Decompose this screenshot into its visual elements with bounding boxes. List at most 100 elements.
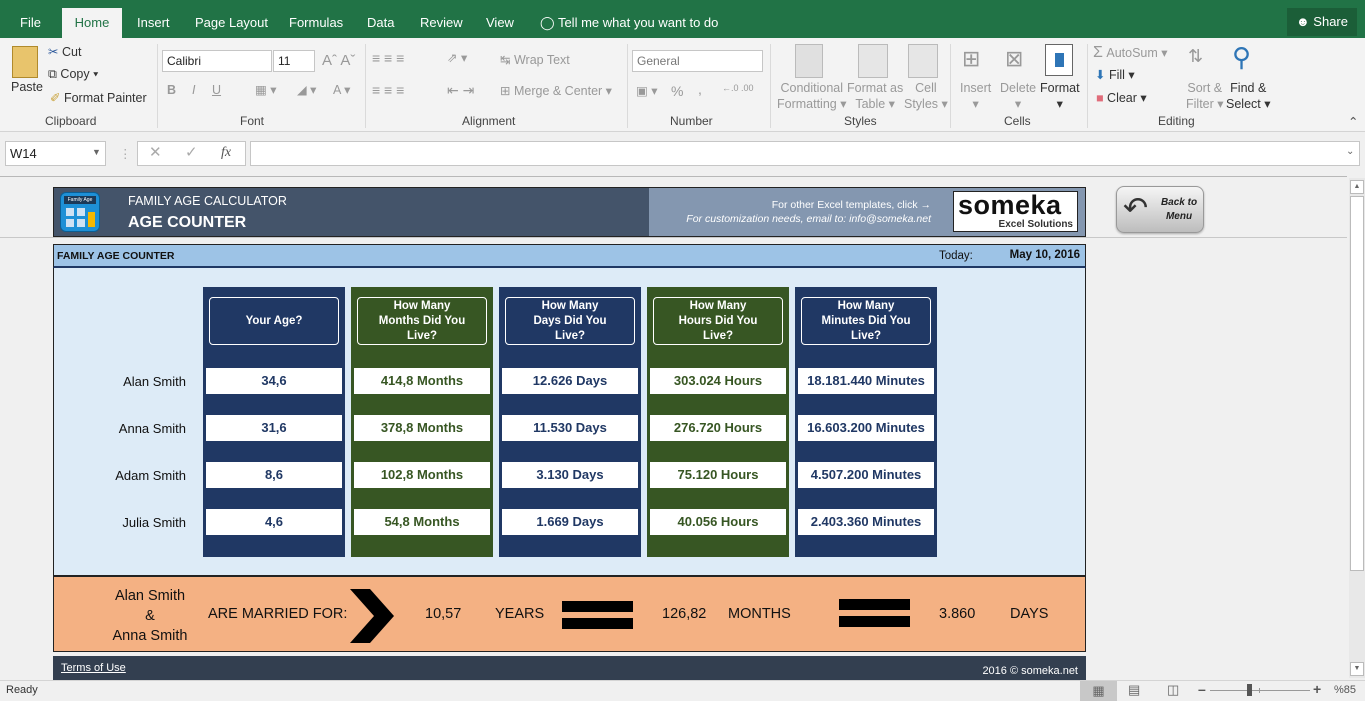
insert-function-button[interactable]: fx xyxy=(221,143,231,163)
format-cells-icon xyxy=(1045,44,1073,76)
borders-icon[interactable]: ▦ ▾ xyxy=(255,82,277,97)
expand-formula-icon[interactable]: ⌄ xyxy=(1346,146,1354,157)
scroll-up-arrow[interactable]: ▲ xyxy=(1350,180,1364,194)
enter-icon[interactable]: ✓ xyxy=(185,143,198,163)
tab-data[interactable]: Data xyxy=(367,0,394,38)
templates-link[interactable]: For other Excel templates, click → xyxy=(772,199,931,211)
scrollbar-thumb[interactable] xyxy=(1350,196,1364,571)
tab-home[interactable]: Home xyxy=(62,8,122,38)
page-layout-view-button[interactable]: ▤ xyxy=(1128,682,1140,698)
cell-styles-button[interactable]: Cell Styles ▾ xyxy=(904,80,948,112)
share-button[interactable]: ☻ Share xyxy=(1287,8,1357,36)
months-unit: MONTHS xyxy=(728,606,791,622)
format-as-table-button[interactable]: Format as Table ▾ xyxy=(847,80,903,112)
sort-filter-button[interactable]: Sort & Filter ▾ xyxy=(1186,80,1224,112)
percent-button[interactable]: % xyxy=(671,83,683,99)
value-cell[interactable]: 12.626 Days xyxy=(502,368,638,394)
insert-button[interactable]: Insert ▾ xyxy=(960,80,991,112)
fill-button[interactable]: ⬇ Fill ▾ xyxy=(1095,67,1135,82)
name-box-dropdown-icon[interactable]: ▼ xyxy=(92,147,101,157)
value-cell[interactable]: 34,6 xyxy=(206,368,342,394)
clear-button[interactable]: ■ Clear ▾ xyxy=(1096,90,1147,105)
value-cell[interactable]: 2.403.360 Minutes xyxy=(798,509,934,535)
indent-icon[interactable]: ⇤ ⇥ xyxy=(447,82,474,99)
value-cell[interactable]: 18.181.440 Minutes xyxy=(798,368,934,394)
font-color-icon[interactable]: A ▾ xyxy=(333,82,350,97)
font-size-dropdown[interactable]: 11 xyxy=(273,50,315,72)
value-cell[interactable]: 8,6 xyxy=(206,462,342,488)
fill-color-icon[interactable]: ◢ ▾ xyxy=(297,82,316,97)
tab-file[interactable]: File xyxy=(20,0,41,38)
merge-center-button[interactable]: ⊞ Merge & Center ▾ xyxy=(500,83,612,98)
value-cell[interactable]: 31,6 xyxy=(206,415,342,441)
conditional-formatting-button[interactable]: Conditional Formatting ▾ xyxy=(777,80,847,112)
page-break-view-button[interactable]: ◫ xyxy=(1167,682,1179,698)
autosum-button[interactable]: Σ AutoSum ▾ xyxy=(1093,44,1168,62)
normal-view-button[interactable]: ▦ xyxy=(1080,681,1117,701)
zoom-slider-thumb[interactable] xyxy=(1247,684,1252,696)
value-cell[interactable]: 414,8 Months xyxy=(354,368,490,394)
format-button[interactable]: Format ▾ xyxy=(1040,80,1080,112)
tab-review[interactable]: Review xyxy=(420,0,463,38)
grow-font-icon[interactable]: Aˆ Aˇ xyxy=(322,52,355,69)
paste-button[interactable]: Paste xyxy=(11,80,43,94)
column-header-banner: How Many Months Did You Live? xyxy=(357,297,487,345)
drag-handle-icon[interactable]: ⋮ xyxy=(119,146,132,161)
vertical-scrollbar[interactable]: ▲ ▼ xyxy=(1349,178,1365,678)
value-cell[interactable]: 54,8 Months xyxy=(354,509,490,535)
copy-button[interactable]: ⧉ Copy ▾ xyxy=(48,67,98,82)
number-format-dropdown[interactable]: General xyxy=(632,50,763,72)
back-to-menu-button[interactable]: ↶ Back to Menu xyxy=(1116,186,1204,233)
value-cell[interactable]: 303.024 Hours xyxy=(650,368,786,394)
name-box[interactable]: W14 xyxy=(5,141,106,166)
value-cell[interactable]: 16.603.200 Minutes xyxy=(798,415,934,441)
wrap-text-button[interactable]: ↹ Wrap Text xyxy=(500,52,570,67)
cancel-icon[interactable]: ✕ xyxy=(149,143,162,163)
underline-button[interactable]: U xyxy=(212,83,221,97)
find-select-button[interactable]: Find & Select ▾ xyxy=(1226,80,1271,112)
terms-link[interactable]: Terms of Use xyxy=(61,662,126,674)
zoom-level[interactable]: %85 xyxy=(1334,684,1356,696)
value-cell[interactable]: 40.056 Hours xyxy=(650,509,786,535)
tab-formulas[interactable]: Formulas xyxy=(289,0,343,38)
delete-button[interactable]: Delete ▾ xyxy=(1000,80,1036,112)
value-cell[interactable]: 276.720 Hours xyxy=(650,415,786,441)
format-painter-button[interactable]: ✐ Format Painter xyxy=(50,90,147,105)
group-label-styles: Styles xyxy=(844,114,877,128)
collapse-ribbon-icon[interactable]: ⌃ xyxy=(1348,114,1358,129)
someka-logo[interactable]: someka Excel Solutions xyxy=(953,190,1078,232)
value-cell[interactable]: 75.120 Hours xyxy=(650,462,786,488)
tab-page-layout[interactable]: Page Layout xyxy=(195,0,268,38)
merge-icon: ⊞ xyxy=(500,84,511,98)
delete-cells-icon: ⊠ xyxy=(1005,46,1024,71)
page-break-icon: ◫ xyxy=(1167,682,1180,697)
tab-insert[interactable]: Insert xyxy=(137,0,170,38)
cut-button[interactable]: ✂ Cut xyxy=(48,44,81,59)
zoom-in-button[interactable]: + xyxy=(1313,681,1321,697)
zoom-slider-track[interactable] xyxy=(1210,690,1310,691)
tab-view[interactable]: View xyxy=(486,0,514,38)
value-cell[interactable]: 378,8 Months xyxy=(354,415,490,441)
orientation-icon[interactable]: ⇗ ▾ xyxy=(447,50,467,65)
italic-button[interactable]: I xyxy=(192,83,195,97)
scroll-down-arrow[interactable]: ▼ xyxy=(1350,662,1364,676)
value-cell[interactable]: 102,8 Months xyxy=(354,462,490,488)
currency-icon[interactable]: ▣ ▾ xyxy=(636,83,658,98)
value-cell[interactable]: 1.669 Days xyxy=(502,509,638,535)
decimal-icon[interactable]: ←.0 .00 xyxy=(722,83,754,93)
value-cell[interactable]: 3.130 Days xyxy=(502,462,638,488)
sigma-icon: Σ xyxy=(1093,44,1103,61)
value-cell[interactable]: 4,6 xyxy=(206,509,342,535)
formula-bar: W14 ▼ ⋮ ✕ ✓ fx ⌄ xyxy=(0,133,1365,175)
value-cell[interactable]: 11.530 Days xyxy=(502,415,638,441)
font-name-dropdown[interactable]: Calibri xyxy=(162,50,272,72)
comma-button[interactable]: , xyxy=(698,81,702,97)
bold-button[interactable]: B xyxy=(167,83,176,97)
top-align-icon[interactable]: ≡ ≡ ≡ xyxy=(372,50,404,66)
value-cell[interactable]: 4.507.200 Minutes xyxy=(798,462,934,488)
formula-input[interactable] xyxy=(250,141,1360,166)
page-icon: ▤ xyxy=(1128,682,1141,697)
zoom-out-button[interactable]: – xyxy=(1198,681,1206,697)
align-left-icon[interactable]: ≡ ≡ ≡ xyxy=(372,82,404,98)
tell-me-box[interactable]: ◯ Tell me what you want to do xyxy=(540,0,718,38)
